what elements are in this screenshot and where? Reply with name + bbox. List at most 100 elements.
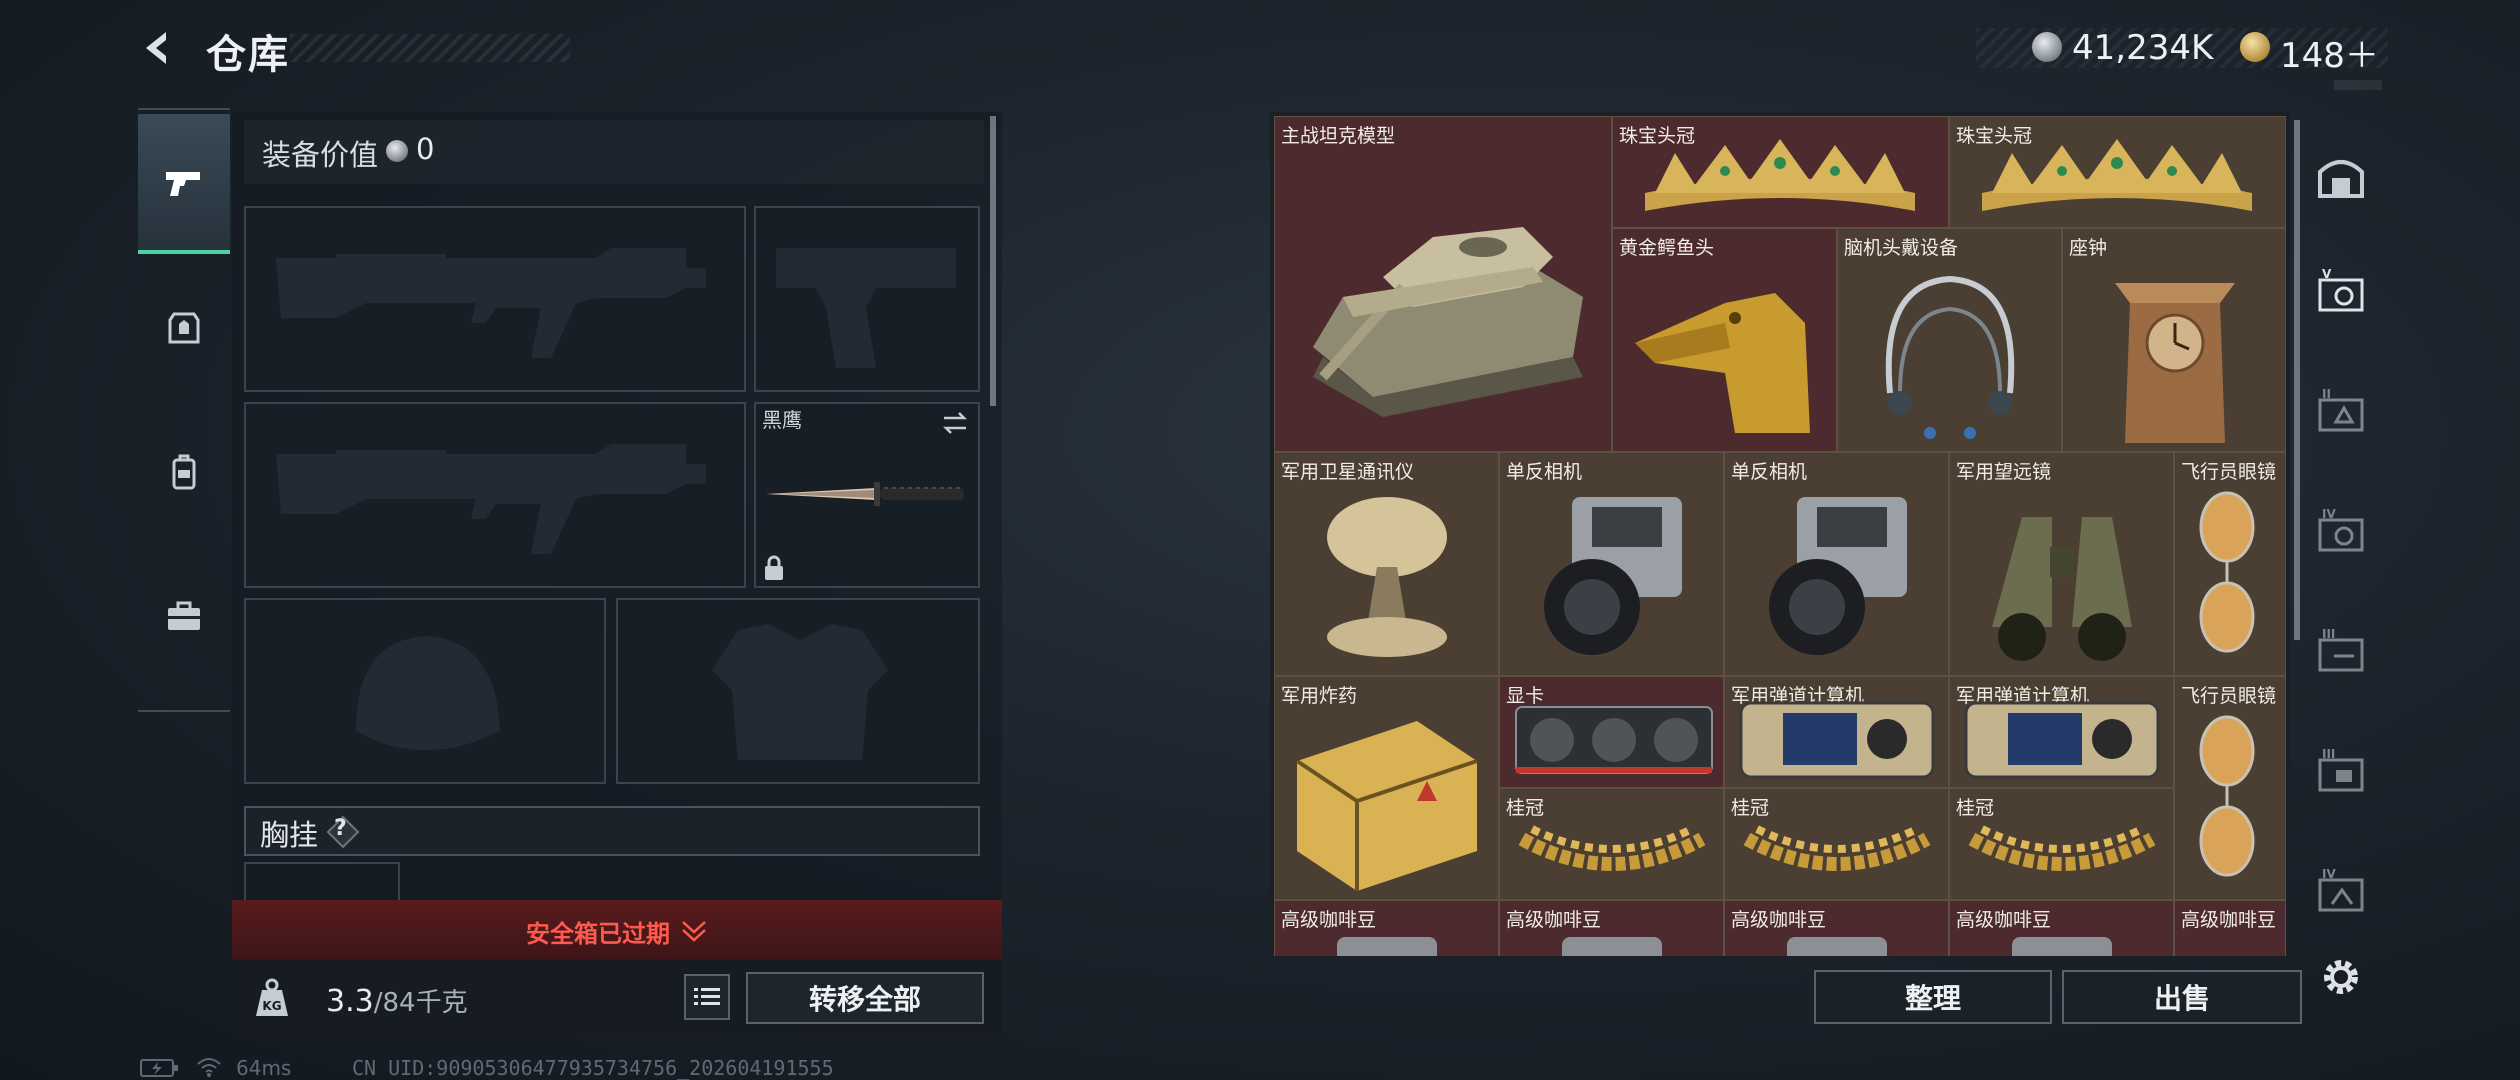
list-view-button[interactable] — [684, 974, 730, 1020]
storage-item-crown[interactable]: 珠宝头冠 — [1949, 116, 2286, 228]
storage-grid: 主战坦克模型 珠宝头冠 珠宝头冠 黄金鳄鱼头 脑机头戴设备 座钟 军用卫星通讯仪… — [1274, 116, 2286, 956]
storage-item-laurel[interactable]: 桂冠 — [1499, 788, 1724, 900]
equipment-value: 0 — [416, 132, 435, 166]
chevron-down-icon — [682, 921, 706, 942]
back-button[interactable] — [136, 26, 180, 70]
chest-rig-slot[interactable] — [244, 862, 400, 902]
sunglasses-icon — [2199, 715, 2255, 877]
storage-ii-icon: II — [2318, 387, 2364, 432]
tab-armor[interactable] — [138, 258, 230, 398]
tab-weapons[interactable] — [138, 114, 230, 254]
secondary-weapon-slot[interactable] — [244, 402, 746, 588]
crown-icon — [1645, 139, 1915, 211]
tab-backpack[interactable] — [138, 402, 230, 542]
storage-item-camera[interactable]: 单反相机 — [1724, 452, 1949, 676]
armor-icon — [168, 312, 200, 344]
helmet-slot[interactable] — [244, 598, 606, 784]
equipment-scrollbar[interactable] — [990, 116, 996, 406]
body-armor-slot[interactable] — [616, 598, 980, 784]
svg-text:II: II — [2322, 387, 2331, 401]
storage-iv-icon: IV — [2318, 507, 2364, 552]
tab-storage-main[interactable] — [2302, 122, 2380, 232]
storage-item-coffee[interactable]: 高级咖啡豆 — [2174, 900, 2286, 956]
tab-storage-III[interactable]: III — [2302, 598, 2380, 708]
wifi-icon — [197, 1058, 221, 1077]
storage-item-explosive[interactable]: 军用炸药 — [1274, 676, 1499, 900]
storage-v-icon: V — [2318, 267, 2364, 312]
clock-icon — [2115, 283, 2235, 443]
gear-icon[interactable] — [2318, 954, 2364, 1000]
weight-icon: KG — [256, 978, 288, 1016]
silver-coin-icon — [386, 140, 408, 162]
tab-case[interactable] — [138, 546, 230, 686]
sidearm-slot[interactable] — [754, 206, 980, 392]
laurel-icon — [1968, 825, 2156, 871]
storage-item-coffee[interactable]: 高级咖啡豆 — [1949, 900, 2174, 956]
storage-item-coffee[interactable]: 高级咖啡豆 — [1724, 900, 1949, 956]
gold-amount[interactable]: 148＋ — [2280, 28, 2379, 77]
storage-item-gpu[interactable]: 显卡 — [1499, 676, 1724, 788]
storage-item-coffee[interactable]: 高级咖啡豆 — [1274, 900, 1499, 956]
storage-item-binoculars[interactable]: 军用望远镜 — [1949, 452, 2174, 676]
silver-coin-icon — [2032, 32, 2062, 62]
sell-button[interactable]: 出售 — [2062, 970, 2302, 1024]
tab-storage-IV[interactable]: IV — [2302, 478, 2380, 588]
safebox-expired-text: 安全箱已过期 — [526, 920, 670, 948]
currency-tag — [2334, 80, 2382, 90]
storage-item-aviator[interactable]: 飞行员眼镜 — [2174, 452, 2286, 676]
uid-readout: CN UID:9090530647793573475​6_20260419155… — [352, 1056, 834, 1080]
item-name: 主战坦克模型 — [1281, 125, 1396, 147]
primary-weapon-slot[interactable] — [244, 206, 746, 392]
gpu-icon — [1515, 706, 1713, 774]
lock-icon — [765, 555, 783, 580]
battery-icon — [140, 1059, 178, 1077]
carry-capacity: /84千克 — [373, 988, 468, 1018]
headset-icon — [1885, 275, 2015, 439]
rifle-silhouette-icon — [276, 248, 706, 358]
storage-item-ballistic-computer[interactable]: 军用弹道计算机 — [1724, 676, 1949, 788]
storage-item-camera[interactable]: 单反相机 — [1499, 452, 1724, 676]
svg-text:IV: IV — [2322, 867, 2336, 881]
tab-storage-II[interactable]: II — [2302, 358, 2380, 468]
carry-weight-value: 3.3 — [326, 984, 374, 1019]
carry-weight: 3.3/84千克 — [326, 982, 468, 1019]
silver-amount[interactable]: 41,234K — [2072, 28, 2213, 68]
sort-button[interactable]: 整理 — [1814, 970, 2052, 1024]
pistol-silhouette-icon — [776, 248, 956, 368]
pistol-icon — [166, 172, 200, 196]
storage-item-tank[interactable]: 主战坦克模型 — [1274, 116, 1612, 452]
transfer-all-button[interactable]: 转移全部 — [746, 972, 984, 1024]
tab-storage-IV-b[interactable]: IV — [2302, 838, 2380, 948]
tab-storage-III-b[interactable]: III — [2302, 718, 2380, 828]
equipment-value-label: 装备价值 — [262, 138, 379, 172]
storage-item-aviator[interactable]: 飞行员眼镜 — [2174, 676, 2286, 900]
bunker-icon — [2318, 160, 2364, 198]
coffee-bean-icon — [1337, 937, 1437, 956]
storage-item-laurel[interactable]: 桂冠 — [1949, 788, 2174, 900]
storage-item-laurel[interactable]: 桂冠 — [1724, 788, 1949, 900]
tab-storage-V[interactable]: V — [2302, 238, 2380, 348]
satellite-dish-icon — [1327, 497, 1447, 657]
svg-text:III: III — [2322, 627, 2335, 641]
storage-item-crown[interactable]: 珠宝头冠 — [1612, 116, 1949, 228]
svg-text:V: V — [2322, 267, 2332, 281]
title-decoration — [290, 34, 570, 62]
svg-text:III: III — [2322, 747, 2335, 761]
left-tab-bar — [138, 108, 230, 712]
item-name: 高级咖啡豆 — [2181, 909, 2277, 931]
explosive-crate-icon — [1295, 721, 1478, 891]
coffee-bean-icon — [1562, 937, 1662, 956]
storage-item-gold-croc[interactable]: 黄金鳄鱼头 — [1612, 228, 1837, 452]
list-icon — [694, 988, 720, 1005]
storage-scrollbar[interactable] — [2294, 120, 2300, 640]
storage-item-coffee[interactable]: 高级咖啡豆 — [1499, 900, 1724, 956]
swap-icon[interactable] — [940, 408, 970, 438]
storage-item-ballistic-computer[interactable]: 军用弹道计算机 — [1949, 676, 2174, 788]
laurel-icon — [1743, 825, 1931, 871]
coffee-bean-icon — [2012, 937, 2112, 956]
storage-item-headset[interactable]: 脑机头戴设备 — [1837, 228, 2062, 452]
storage-item-satellite[interactable]: 军用卫星通讯仪 — [1274, 452, 1499, 676]
storage-item-clock[interactable]: 座钟 — [2062, 228, 2286, 452]
help-label: ? — [334, 816, 347, 841]
right-tab-bar: V II IV III III IV — [2302, 112, 2380, 982]
